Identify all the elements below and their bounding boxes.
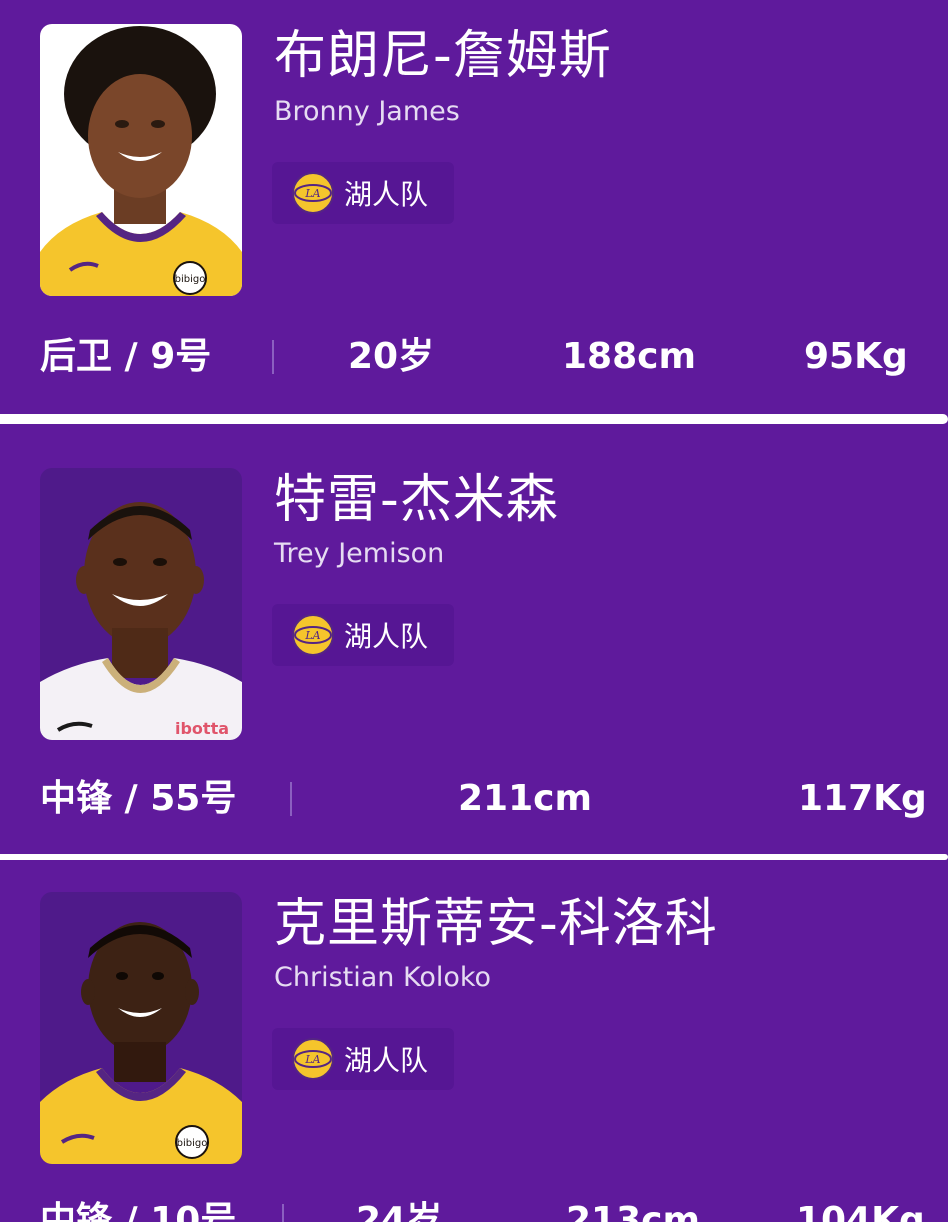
player-photo: ibotta bbox=[40, 468, 242, 740]
player-stats-row: 中锋 / 55号 211cm 117Kg bbox=[0, 774, 948, 824]
lakers-logo-icon: LA bbox=[292, 1038, 334, 1080]
stats-divider bbox=[272, 340, 274, 374]
team-badge[interactable]: LA 湖人队 bbox=[272, 604, 454, 666]
player-age: 24岁 bbox=[356, 1200, 443, 1222]
player-age: 20岁 bbox=[348, 336, 435, 377]
team-name: 湖人队 bbox=[344, 178, 429, 211]
player-photo-icon: bibigo bbox=[40, 26, 242, 296]
player-card[interactable]: bibigo 克里斯蒂安-科洛科 Christian Koloko LA 湖人队… bbox=[0, 860, 948, 1222]
player-name-cn: 布朗尼-詹姆斯 bbox=[274, 26, 612, 86]
svg-text:ibotta: ibotta bbox=[175, 719, 229, 738]
lakers-logo-icon: LA bbox=[292, 172, 334, 214]
lakers-logo-icon: LA bbox=[292, 614, 334, 656]
player-photo-icon: bibigo bbox=[40, 922, 242, 1164]
player-name-en: Bronny James bbox=[274, 96, 460, 127]
player-stats-row: 中锋 / 10号 24岁 213cm 104Kg bbox=[0, 1196, 948, 1222]
player-photo-icon: ibotta bbox=[40, 502, 242, 740]
position-number: 后卫 / 9号 bbox=[40, 336, 212, 377]
position-number: 中锋 / 55号 bbox=[40, 778, 237, 819]
player-height: 213cm bbox=[566, 1200, 700, 1222]
team-name: 湖人队 bbox=[344, 1044, 429, 1077]
svg-text:LA: LA bbox=[304, 1053, 320, 1066]
player-photo: bibigo bbox=[40, 892, 242, 1164]
player-height: 188cm bbox=[562, 336, 696, 377]
player-weight: 117Kg bbox=[798, 778, 927, 819]
player-name-cn: 克里斯蒂安-科洛科 bbox=[274, 894, 718, 954]
stats-divider bbox=[290, 782, 292, 816]
position-number: 中锋 / 10号 bbox=[40, 1200, 237, 1222]
player-roster-screen: bibigo 布朗尼-詹姆斯 Bronny James LA 湖人队 后卫 / … bbox=[0, 0, 948, 1222]
svg-text:bibigo: bibigo bbox=[175, 274, 206, 285]
team-badge[interactable]: LA 湖人队 bbox=[272, 162, 454, 224]
svg-text:bibigo: bibigo bbox=[177, 1138, 208, 1149]
card-divider bbox=[0, 414, 948, 424]
team-badge[interactable]: LA 湖人队 bbox=[272, 1028, 454, 1090]
svg-text:LA: LA bbox=[304, 187, 320, 200]
svg-text:LA: LA bbox=[304, 629, 320, 642]
player-card[interactable]: ibotta 特雷-杰米森 Trey Jemison LA 湖人队 中锋 / 5… bbox=[0, 424, 948, 854]
player-photo: bibigo bbox=[40, 24, 242, 296]
player-height: 211cm bbox=[458, 778, 592, 819]
player-card[interactable]: bibigo 布朗尼-詹姆斯 Bronny James LA 湖人队 后卫 / … bbox=[0, 0, 948, 412]
stats-divider bbox=[282, 1204, 284, 1222]
player-name-en: Trey Jemison bbox=[274, 538, 445, 569]
player-name-en: Christian Koloko bbox=[274, 962, 492, 993]
player-weight: 95Kg bbox=[804, 336, 908, 377]
player-stats-row: 后卫 / 9号 20岁 188cm 95Kg bbox=[0, 332, 948, 382]
player-weight: 104Kg bbox=[796, 1200, 925, 1222]
player-name-cn: 特雷-杰米森 bbox=[274, 470, 559, 530]
team-name: 湖人队 bbox=[344, 620, 429, 653]
